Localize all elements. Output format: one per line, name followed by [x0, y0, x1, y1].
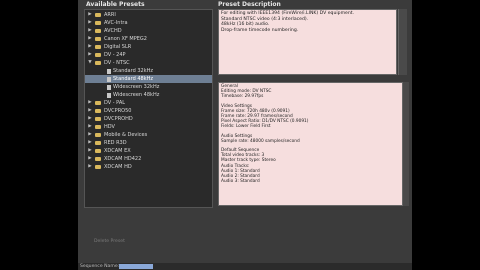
preset-file-icon [107, 84, 111, 90]
preset-label: Widescreen 32kHz [113, 84, 160, 90]
preset-folder[interactable]: ▶ XDCAM HD [85, 163, 212, 171]
preset-folder[interactable]: ▶ HDV [85, 123, 212, 131]
folder-icon [95, 13, 101, 17]
new-sequence-dialog: Available Presets Preset Description ▶ AR… [78, 0, 412, 270]
preset-folder[interactable]: ▶ DVCPRO50 [85, 107, 212, 115]
preset-label: ARRI [104, 12, 116, 18]
folder-icon [95, 117, 101, 121]
preset-folder[interactable]: ▶ AVC-Intra [85, 19, 212, 27]
chevron-right-icon[interactable]: ▶ [87, 35, 93, 43]
preset-label: DV - PAL [104, 100, 126, 106]
folder-icon [95, 165, 101, 169]
preset-label: DVCPRO50 [104, 108, 132, 114]
chevron-down-icon[interactable]: ▼ [87, 59, 93, 67]
folder-icon [95, 133, 101, 137]
preset-description-label: Preset Description [218, 1, 281, 8]
chevron-right-icon[interactable]: ▶ [87, 43, 93, 51]
preset-folder[interactable]: ▶ Digital SLR [85, 43, 212, 51]
preset-label: Standard 32kHz [113, 68, 153, 74]
preset-label: AVC-Intra [104, 20, 128, 26]
chevron-right-icon[interactable]: ▶ [87, 123, 93, 131]
preset-summary-text: For editing with IEEE1394 (FireWire/i.LI… [218, 9, 397, 75]
preset-label: AVCHD [104, 28, 122, 34]
chevron-right-icon[interactable]: ▶ [87, 99, 93, 107]
preset-folder[interactable]: ▶ RED R3D [85, 139, 212, 147]
chevron-right-icon[interactable]: ▶ [87, 155, 93, 163]
sequence-name-input[interactable] [119, 264, 153, 269]
folder-icon [95, 141, 101, 145]
preset-item[interactable]: Standard 48kHz [85, 75, 212, 83]
preset-label: XDCAM EX [104, 148, 131, 154]
chevron-right-icon[interactable]: ▶ [87, 131, 93, 139]
folder-icon [95, 149, 101, 153]
description-line: Audio 3: Standard [221, 179, 260, 185]
preset-file-icon [107, 92, 111, 98]
available-presets-label: Available Presets [86, 1, 145, 8]
chevron-right-icon[interactable]: ▶ [87, 163, 93, 171]
folder-icon [95, 125, 101, 129]
preset-label: Mobile & Devices [104, 132, 148, 138]
preset-folder[interactable]: ▶ DV - 24P [85, 51, 212, 59]
preset-label: XDCAM HD [104, 164, 132, 170]
preset-file-icon [107, 76, 111, 82]
chevron-right-icon[interactable]: ▶ [87, 107, 93, 115]
chevron-right-icon[interactable]: ▶ [87, 51, 93, 59]
chevron-right-icon[interactable]: ▶ [87, 147, 93, 155]
preset-folder[interactable]: ▶ DV - PAL [85, 99, 212, 107]
preset-label: RED R3D [104, 140, 127, 146]
chevron-right-icon[interactable]: ▶ [87, 27, 93, 35]
delete-preset-button[interactable]: Delete Preset [94, 239, 125, 244]
folder-icon [95, 29, 101, 33]
preset-folder[interactable]: ▶ AVCHD [85, 27, 212, 35]
folder-icon [95, 53, 101, 57]
folder-icon [95, 101, 101, 105]
chevron-right-icon[interactable]: ▶ [87, 11, 93, 19]
preset-label: Digital SLR [104, 44, 132, 50]
preset-label: Widescreen 48kHz [113, 92, 160, 98]
folder-icon [95, 157, 101, 161]
preset-folder[interactable]: ▶ XDCAM HD422 [85, 155, 212, 163]
preset-item[interactable]: Standard 32kHz [85, 67, 212, 75]
folder-icon [95, 61, 101, 65]
preset-item[interactable]: Widescreen 32kHz [85, 83, 212, 91]
chevron-right-icon[interactable]: ▶ [87, 19, 93, 27]
preset-label: DV - 24P [104, 52, 126, 58]
summary-scrollbar[interactable] [398, 9, 407, 75]
sequence-name-label: Sequence Name: [80, 264, 120, 269]
folder-icon [95, 21, 101, 25]
preset-file-icon [107, 68, 111, 74]
preset-details-text: General Editing mode: DV NTSC Timebase: 29… [218, 82, 408, 206]
preset-item[interactable]: Widescreen 48kHz [85, 91, 212, 99]
description-line: Drop-frame timecode numbering. [221, 27, 299, 33]
preset-folder[interactable]: ▶ ARRI [85, 11, 212, 19]
preset-folder[interactable]: ▶ Canon XF MPEG2 [85, 35, 212, 43]
preset-label: DV - NTSC [104, 60, 130, 66]
presets-tree[interactable]: ▶ ARRI ▶ AVC-Intra ▶ AVCHD ▶ Canon XF MPEG2 ▶ Dig… [84, 9, 213, 208]
preset-folder[interactable]: ▶ DVCPROHD [85, 115, 212, 123]
preset-label: Standard 48kHz [113, 76, 153, 82]
folder-icon [95, 37, 101, 41]
folder-icon [95, 109, 101, 113]
details-scrollbar[interactable] [402, 82, 409, 206]
preset-label: XDCAM HD422 [104, 156, 142, 162]
preset-folder[interactable]: ▼ DV - NTSC [85, 59, 212, 67]
preset-label: HDV [104, 124, 115, 130]
chevron-right-icon[interactable]: ▶ [87, 115, 93, 123]
preset-label: Canon XF MPEG2 [104, 36, 147, 42]
preset-label: DVCPROHD [104, 116, 133, 122]
folder-icon [95, 45, 101, 49]
chevron-right-icon[interactable]: ▶ [87, 139, 93, 147]
preset-folder[interactable]: ▶ XDCAM EX [85, 147, 212, 155]
preset-folder[interactable]: ▶ Mobile & Devices [85, 131, 212, 139]
